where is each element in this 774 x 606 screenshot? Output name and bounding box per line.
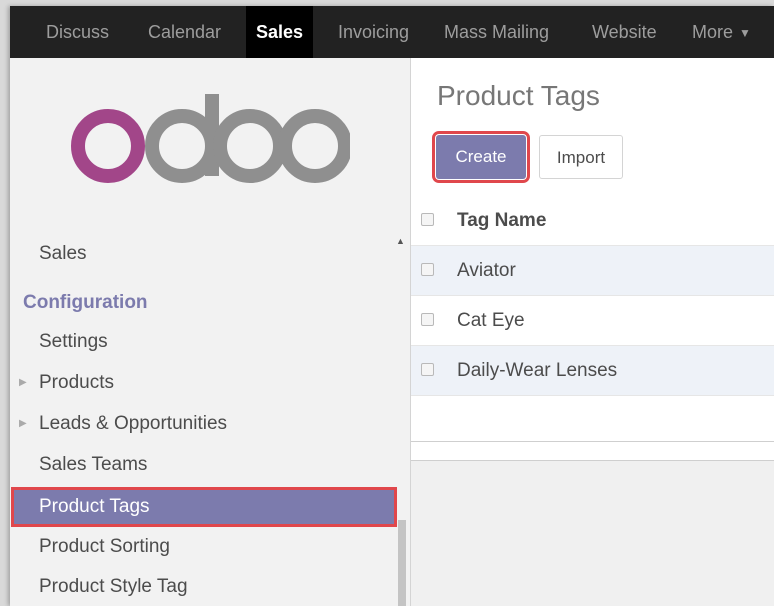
sidebar-item-products[interactable]: ▶ Products	[10, 365, 394, 401]
sidebar-item-product-sorting[interactable]: Product Sorting	[10, 529, 394, 565]
import-button[interactable]: Import	[539, 135, 623, 179]
sidebar-item-label: Settings	[39, 331, 108, 352]
sidebar-section-configuration: Configuration	[23, 292, 148, 313]
sidebar-item-settings[interactable]: Settings	[10, 324, 394, 360]
sidebar-item-sales[interactable]: Sales	[10, 236, 394, 272]
sidebar-item-sales-teams[interactable]: Sales Teams	[10, 447, 394, 483]
scroll-up-icon[interactable]: ▲	[396, 236, 405, 246]
menu-sales[interactable]: Sales	[246, 6, 314, 58]
page-title: Product Tags	[437, 80, 600, 111]
menu-discuss[interactable]: Discuss	[36, 6, 119, 58]
menu-invoicing[interactable]: Invoicing	[328, 6, 419, 58]
sidebar-item-product-tags[interactable]: Product Tags	[11, 487, 397, 527]
main-content: Product Tags Create Import Tag Name Avia…	[411, 58, 774, 606]
create-button[interactable]: Create	[432, 131, 530, 183]
sidebar-item-label: Product Tags	[39, 496, 150, 517]
app-window: Discuss Calendar Sales Invoicing Mass Ma…	[10, 6, 774, 606]
column-header-tag-name[interactable]: Tag Name	[457, 196, 546, 246]
tag-name-cell: Cat Eye	[457, 310, 525, 331]
sidebar-item-label: Product Style Tag	[39, 576, 188, 597]
select-all-checkbox[interactable]	[421, 213, 434, 226]
control-panel: Product Tags Create Import	[411, 58, 774, 197]
sidebar-scrollbar[interactable]	[398, 520, 406, 606]
row-checkbox[interactable]	[421, 263, 434, 276]
sidebar: odoo ▲ Sales Configuration Settings ▶ Pr…	[10, 58, 411, 606]
menu-calendar[interactable]: Calendar	[138, 6, 231, 58]
table-empty-row	[411, 396, 774, 442]
expand-arrow-icon[interactable]: ▶	[19, 406, 27, 442]
sidebar-item-leads-opportunities[interactable]: ▶ Leads & Opportunities	[10, 406, 394, 442]
table-row[interactable]: Daily-Wear Lenses	[411, 346, 774, 396]
odoo-logo[interactable]	[70, 94, 350, 184]
sidebar-item-label: Sales Teams	[39, 454, 148, 475]
sidebar-item-label: Products	[39, 372, 114, 393]
menu-more-label: More	[692, 22, 734, 42]
row-checkbox[interactable]	[421, 363, 434, 376]
table-footer-area	[411, 460, 774, 606]
caret-down-icon: ▼	[739, 26, 751, 41]
tags-table: Tag Name Aviator Cat Eye Daily-Wear Lens…	[411, 196, 774, 442]
expand-arrow-icon[interactable]: ▶	[19, 365, 27, 401]
tag-name-cell: Aviator	[457, 260, 516, 281]
table-row[interactable]: Aviator	[411, 246, 774, 296]
table-row[interactable]: Cat Eye	[411, 296, 774, 346]
table-header: Tag Name	[411, 196, 774, 246]
tag-name-cell: Daily-Wear Lenses	[457, 360, 618, 381]
sidebar-item-label: Leads & Opportunities	[39, 413, 228, 434]
menu-mass-mailing[interactable]: Mass Mailing	[434, 6, 559, 58]
top-menu-bar: Discuss Calendar Sales Invoicing Mass Ma…	[10, 6, 774, 58]
sidebar-item-product-style-tag[interactable]: Product Style Tag	[10, 569, 394, 605]
menu-more[interactable]: More ▼	[682, 6, 761, 58]
menu-website[interactable]: Website	[582, 6, 667, 58]
row-checkbox[interactable]	[421, 313, 434, 326]
sidebar-item-label: Product Sorting	[39, 536, 170, 557]
